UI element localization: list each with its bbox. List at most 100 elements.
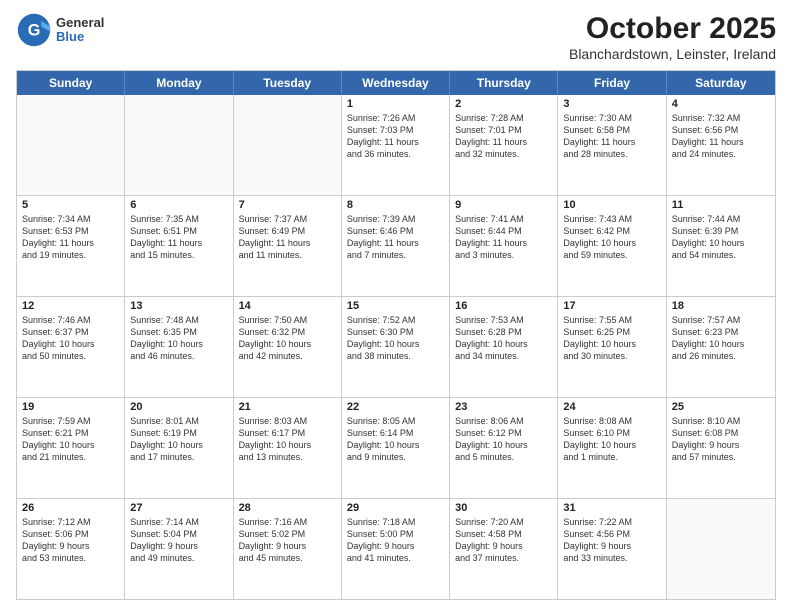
- empty-cell: [667, 499, 775, 599]
- day-info: Sunrise: 8:03 AM Sunset: 6:17 PM Dayligh…: [239, 415, 336, 464]
- day-number: 21: [239, 401, 336, 413]
- day-info: Sunrise: 7:26 AM Sunset: 7:03 PM Dayligh…: [347, 112, 444, 161]
- day-info: Sunrise: 7:50 AM Sunset: 6:32 PM Dayligh…: [239, 314, 336, 363]
- day-info: Sunrise: 7:41 AM Sunset: 6:44 PM Dayligh…: [455, 213, 552, 262]
- day-cell-19: 19Sunrise: 7:59 AM Sunset: 6:21 PM Dayli…: [17, 398, 125, 498]
- empty-cell: [17, 95, 125, 195]
- day-cell-27: 27Sunrise: 7:14 AM Sunset: 5:04 PM Dayli…: [125, 499, 233, 599]
- svg-text:G: G: [28, 21, 41, 39]
- day-cell-21: 21 Sunrise: 8:03 AM Sunset: 6:17 PM Dayli…: [234, 398, 342, 498]
- day-info: Sunrise: 7:28 AM Sunset: 7:01 PM Dayligh…: [455, 112, 552, 161]
- day-number: 6: [130, 199, 227, 211]
- logo-line1: General: [56, 16, 104, 30]
- day-cell-20: 20 Sunrise: 8:01 AM Sunset: 6:19 PM Dayli…: [125, 398, 233, 498]
- day-cell-11: 11 Sunrise: 7:44 AM Sunset: 6:39 PM Dayli…: [667, 196, 775, 296]
- week-row-0: 1 Sunrise: 7:26 AM Sunset: 7:03 PM Daylig…: [17, 95, 775, 196]
- calendar-title: October 2025: [569, 12, 776, 46]
- day-number: 10: [563, 199, 660, 211]
- logo: G General Blue: [16, 12, 104, 48]
- day-cell-30: 30 Sunrise: 7:20 AM Sunset: 4:58 PM Dayli…: [450, 499, 558, 599]
- day-number: 15: [347, 300, 444, 312]
- calendar-body: 1 Sunrise: 7:26 AM Sunset: 7:03 PM Daylig…: [17, 95, 775, 599]
- day-cell-1: 1 Sunrise: 7:26 AM Sunset: 7:03 PM Daylig…: [342, 95, 450, 195]
- day-number: 23: [455, 401, 552, 413]
- day-number: 12: [22, 300, 119, 312]
- day-number: 24: [563, 401, 660, 413]
- day-info: Sunrise: 7:34 AM Sunset: 6:53 PM Dayligh…: [22, 213, 119, 262]
- week-row-1: 5 Sunrise: 7:34 AM Sunset: 6:53 PM Daylig…: [17, 196, 775, 297]
- day-number: 25: [672, 401, 770, 413]
- title-block: October 2025 Blanchardstown, Leinster, I…: [569, 12, 776, 62]
- day-info: Sunrise: 7:37 AM Sunset: 6:49 PM Dayligh…: [239, 213, 336, 262]
- header-day-saturday: Saturday: [667, 71, 775, 95]
- day-info: Sunrise: 8:01 AM Sunset: 6:19 PM Dayligh…: [130, 415, 227, 464]
- day-info: Sunrise: 7:22 AM Sunset: 4:56 PM Dayligh…: [563, 516, 660, 565]
- calendar-subtitle: Blanchardstown, Leinster, Ireland: [569, 46, 776, 62]
- header-day-sunday: Sunday: [17, 71, 125, 95]
- day-cell-9: 9 Sunrise: 7:41 AM Sunset: 6:44 PM Daylig…: [450, 196, 558, 296]
- page: G General Blue October 2025 Blanchardsto…: [0, 0, 792, 612]
- week-row-4: 26Sunrise: 7:12 AM Sunset: 5:06 PM Dayli…: [17, 499, 775, 599]
- day-info: Sunrise: 7:43 AM Sunset: 6:42 PM Dayligh…: [563, 213, 660, 262]
- day-cell-3: 3 Sunrise: 7:30 AM Sunset: 6:58 PM Daylig…: [558, 95, 666, 195]
- day-number: 8: [347, 199, 444, 211]
- day-cell-14: 14 Sunrise: 7:50 AM Sunset: 6:32 PM Dayli…: [234, 297, 342, 397]
- day-number: 14: [239, 300, 336, 312]
- day-number: 30: [455, 502, 552, 514]
- day-info: Sunrise: 7:57 AM Sunset: 6:23 PM Dayligh…: [672, 314, 770, 363]
- day-number: 17: [563, 300, 660, 312]
- day-number: 1: [347, 98, 444, 110]
- day-number: 7: [239, 199, 336, 211]
- week-row-2: 12Sunrise: 7:46 AM Sunset: 6:37 PM Dayli…: [17, 297, 775, 398]
- day-cell-5: 5 Sunrise: 7:34 AM Sunset: 6:53 PM Daylig…: [17, 196, 125, 296]
- day-cell-12: 12Sunrise: 7:46 AM Sunset: 6:37 PM Dayli…: [17, 297, 125, 397]
- logo-icon: G: [16, 12, 52, 48]
- calendar-header: SundayMondayTuesdayWednesdayThursdayFrid…: [17, 71, 775, 95]
- day-cell-25: 25 Sunrise: 8:10 AM Sunset: 6:08 PM Dayli…: [667, 398, 775, 498]
- day-cell-18: 18Sunrise: 7:57 AM Sunset: 6:23 PM Dayli…: [667, 297, 775, 397]
- day-number: 20: [130, 401, 227, 413]
- day-cell-15: 15 Sunrise: 7:52 AM Sunset: 6:30 PM Dayli…: [342, 297, 450, 397]
- day-info: Sunrise: 8:10 AM Sunset: 6:08 PM Dayligh…: [672, 415, 770, 464]
- day-info: Sunrise: 8:08 AM Sunset: 6:10 PM Dayligh…: [563, 415, 660, 464]
- day-number: 11: [672, 199, 770, 211]
- day-cell-24: 24 Sunrise: 8:08 AM Sunset: 6:10 PM Dayli…: [558, 398, 666, 498]
- day-info: Sunrise: 7:55 AM Sunset: 6:25 PM Dayligh…: [563, 314, 660, 363]
- day-info: Sunrise: 7:18 AM Sunset: 5:00 PM Dayligh…: [347, 516, 444, 565]
- day-info: Sunrise: 7:14 AM Sunset: 5:04 PM Dayligh…: [130, 516, 227, 565]
- day-cell-26: 26Sunrise: 7:12 AM Sunset: 5:06 PM Dayli…: [17, 499, 125, 599]
- day-info: Sunrise: 7:52 AM Sunset: 6:30 PM Dayligh…: [347, 314, 444, 363]
- day-cell-28: 28Sunrise: 7:16 AM Sunset: 5:02 PM Dayli…: [234, 499, 342, 599]
- day-info: Sunrise: 7:20 AM Sunset: 4:58 PM Dayligh…: [455, 516, 552, 565]
- day-cell-8: 8Sunrise: 7:39 AM Sunset: 6:46 PM Daylig…: [342, 196, 450, 296]
- day-cell-13: 13Sunrise: 7:48 AM Sunset: 6:35 PM Dayli…: [125, 297, 233, 397]
- day-info: Sunrise: 8:06 AM Sunset: 6:12 PM Dayligh…: [455, 415, 552, 464]
- day-number: 26: [22, 502, 119, 514]
- day-cell-10: 10 Sunrise: 7:43 AM Sunset: 6:42 PM Dayli…: [558, 196, 666, 296]
- day-number: 9: [455, 199, 552, 211]
- day-number: 31: [563, 502, 660, 514]
- day-cell-17: 17 Sunrise: 7:55 AM Sunset: 6:25 PM Dayli…: [558, 297, 666, 397]
- day-info: Sunrise: 7:53 AM Sunset: 6:28 PM Dayligh…: [455, 314, 552, 363]
- day-number: 16: [455, 300, 552, 312]
- day-number: 4: [672, 98, 770, 110]
- day-info: Sunrise: 7:32 AM Sunset: 6:56 PM Dayligh…: [672, 112, 770, 161]
- day-cell-16: 16 Sunrise: 7:53 AM Sunset: 6:28 PM Dayli…: [450, 297, 558, 397]
- day-number: 3: [563, 98, 660, 110]
- header: G General Blue October 2025 Blanchardsto…: [16, 12, 776, 62]
- day-number: 13: [130, 300, 227, 312]
- day-info: Sunrise: 7:35 AM Sunset: 6:51 PM Dayligh…: [130, 213, 227, 262]
- week-row-3: 19Sunrise: 7:59 AM Sunset: 6:21 PM Dayli…: [17, 398, 775, 499]
- day-cell-2: 2Sunrise: 7:28 AM Sunset: 7:01 PM Daylig…: [450, 95, 558, 195]
- logo-line2: Blue: [56, 30, 104, 44]
- day-number: 5: [22, 199, 119, 211]
- day-cell-31: 31 Sunrise: 7:22 AM Sunset: 4:56 PM Dayli…: [558, 499, 666, 599]
- header-day-thursday: Thursday: [450, 71, 558, 95]
- day-info: Sunrise: 7:44 AM Sunset: 6:39 PM Dayligh…: [672, 213, 770, 262]
- day-cell-29: 29Sunrise: 7:18 AM Sunset: 5:00 PM Dayli…: [342, 499, 450, 599]
- header-day-tuesday: Tuesday: [234, 71, 342, 95]
- calendar: SundayMondayTuesdayWednesdayThursdayFrid…: [16, 70, 776, 600]
- day-info: Sunrise: 7:30 AM Sunset: 6:58 PM Dayligh…: [563, 112, 660, 161]
- day-number: 19: [22, 401, 119, 413]
- day-cell-23: 23 Sunrise: 8:06 AM Sunset: 6:12 PM Dayli…: [450, 398, 558, 498]
